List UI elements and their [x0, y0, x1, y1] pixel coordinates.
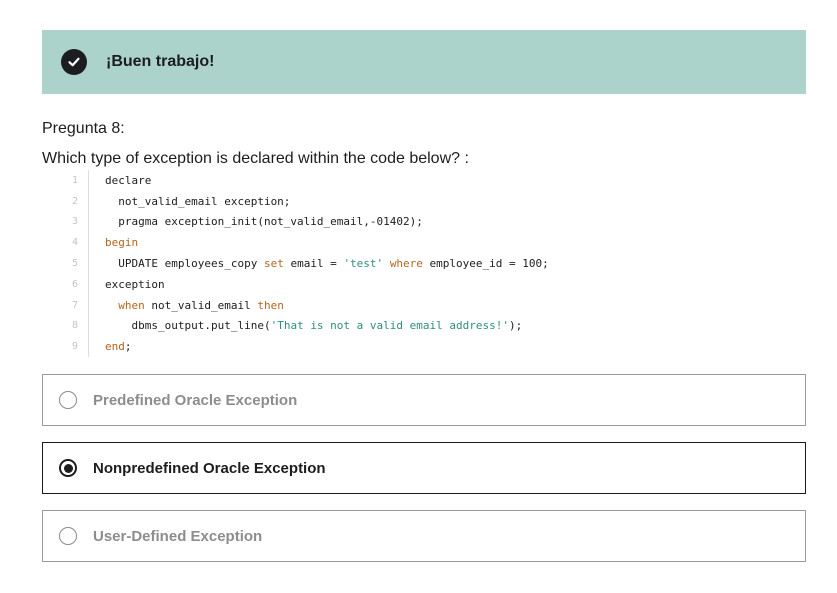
line-number: 6 [60, 273, 89, 295]
check-icon [61, 49, 87, 75]
code-text: pragma exception_init(not_valid_email,-0… [89, 215, 423, 228]
code-line: 7 when not_valid_email then [60, 294, 760, 316]
code-token: pragma exception_init(not_valid_email,-0… [105, 215, 423, 229]
code-token: employee_id = 100; [422, 257, 549, 271]
question-text: Which type of exception is declared with… [42, 150, 469, 167]
code-line: 4 begin [60, 232, 760, 254]
code-token: declare [105, 173, 152, 187]
code-line: 8 dbms_output.put_line('That is not a va… [60, 315, 760, 337]
code-text: dbms_output.put_line('That is not a vali… [89, 319, 522, 332]
line-number: 9 [60, 336, 89, 358]
line-number: 8 [60, 315, 89, 337]
code-line: 1 declare [60, 170, 760, 191]
success-banner: ¡Buen trabajo! [42, 30, 806, 94]
code-keyword: then [257, 298, 284, 312]
code-keyword: begin [105, 236, 139, 250]
code-keyword: end [105, 340, 125, 354]
code-text: begin [89, 236, 138, 249]
code-text: when not_valid_email then [89, 299, 284, 312]
line-number: 4 [60, 232, 89, 254]
code-token: UPDATE employees_copy [105, 257, 264, 271]
code-keyword: where [389, 257, 423, 271]
line-number: 5 [60, 253, 89, 274]
code-keyword: set [263, 257, 284, 271]
code-text: UPDATE employees_copy set email = 'test'… [89, 257, 549, 270]
answer-option-label: Predefined Oracle Exception [93, 391, 298, 409]
code-text: not_valid_email exception; [89, 195, 290, 208]
code-token: not_valid_email exception; [105, 194, 291, 208]
code-block: 1 declare 2 not_valid_email exception; 3 pr… [60, 170, 760, 358]
radio-unselected-icon[interactable] [59, 527, 77, 545]
code-string: 'That is not a valid email address!' [270, 319, 509, 333]
code-text: end; [89, 340, 132, 353]
code-line: 2 not_valid_email exception; [60, 190, 760, 212]
line-number: 2 [60, 190, 89, 212]
question-number: Pregunta 8: [42, 120, 125, 137]
code-token: email = [283, 257, 344, 271]
radio-unselected-icon[interactable] [59, 391, 77, 409]
code-line: 3 pragma exception_init(not_valid_email,… [60, 211, 760, 233]
answer-option-label: Nonpredefined Oracle Exception [93, 459, 326, 477]
answer-option-nonpredefined[interactable]: Nonpredefined Oracle Exception [42, 442, 806, 494]
line-number: 3 [60, 211, 89, 233]
answer-option-label: User-Defined Exception [93, 527, 263, 545]
success-message: ¡Buen trabajo! [106, 53, 215, 70]
code-token: not_valid_email [144, 298, 258, 312]
code-string: 'test' [343, 257, 384, 271]
code-line: 6 exception [60, 273, 760, 295]
radio-selected-icon[interactable] [59, 459, 77, 477]
code-token: exception [105, 277, 165, 291]
code-token: ); [509, 319, 523, 333]
code-token: dbms_output.put_line( [105, 319, 271, 333]
code-line: 9 end; [60, 336, 760, 358]
code-keyword: when [118, 298, 145, 312]
answer-option-predefined[interactable]: Predefined Oracle Exception [42, 374, 806, 426]
line-number: 1 [60, 170, 89, 191]
code-token: ; [124, 340, 132, 354]
code-text: exception [89, 278, 165, 291]
quiz-page: ¡Buen trabajo! Pregunta 8: Which type of… [0, 0, 837, 593]
code-line: 5 UPDATE employees_copy set email = 'tes… [60, 253, 760, 274]
code-text: declare [89, 174, 151, 187]
answer-option-user-defined[interactable]: User-Defined Exception [42, 510, 806, 562]
line-number: 7 [60, 294, 89, 316]
